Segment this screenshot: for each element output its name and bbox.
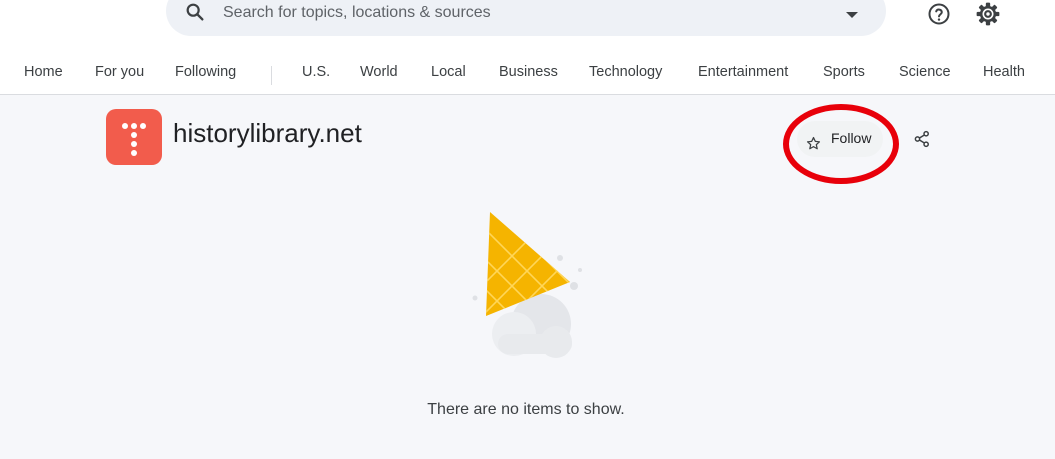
help-icon[interactable]	[927, 2, 951, 26]
nav-divider	[271, 66, 272, 85]
gear-icon[interactable]	[975, 1, 1001, 27]
search-icon[interactable]	[184, 1, 206, 23]
topic-nav: Home For you Following U.S. World Local …	[0, 64, 1055, 88]
source-title: historylibrary.net	[173, 118, 362, 148]
nav-for-you[interactable]: For you	[95, 64, 144, 80]
nav-health[interactable]: Health	[983, 64, 1025, 80]
search-input[interactable]	[223, 0, 823, 26]
source-logo-dots-icon	[122, 123, 146, 156]
ice-cream-cone-illustration-icon	[472, 212, 582, 358]
share-icon[interactable]	[913, 130, 931, 148]
nav-sports[interactable]: Sports	[823, 64, 865, 80]
nav-entertainment[interactable]: Entertainment	[698, 64, 788, 80]
nav-us[interactable]: U.S.	[302, 64, 330, 80]
nav-business[interactable]: Business	[499, 64, 558, 80]
nav-science[interactable]: Science	[899, 64, 951, 80]
follow-button[interactable]: Follow	[797, 121, 883, 157]
chevron-down-icon[interactable]	[845, 11, 859, 19]
empty-state-message: There are no items to show.	[427, 401, 625, 418]
source-logo	[106, 109, 162, 165]
nav-technology[interactable]: Technology	[589, 64, 662, 80]
nav-home[interactable]: Home	[24, 64, 63, 80]
nav-world[interactable]: World	[360, 64, 398, 80]
nav-local[interactable]: Local	[431, 64, 466, 80]
follow-label: Follow	[831, 130, 872, 146]
star-outline-icon	[806, 136, 821, 150]
search-bar[interactable]	[166, 0, 886, 36]
top-bar: Home For you Following U.S. World Local …	[0, 0, 1055, 95]
nav-following[interactable]: Following	[175, 64, 236, 80]
